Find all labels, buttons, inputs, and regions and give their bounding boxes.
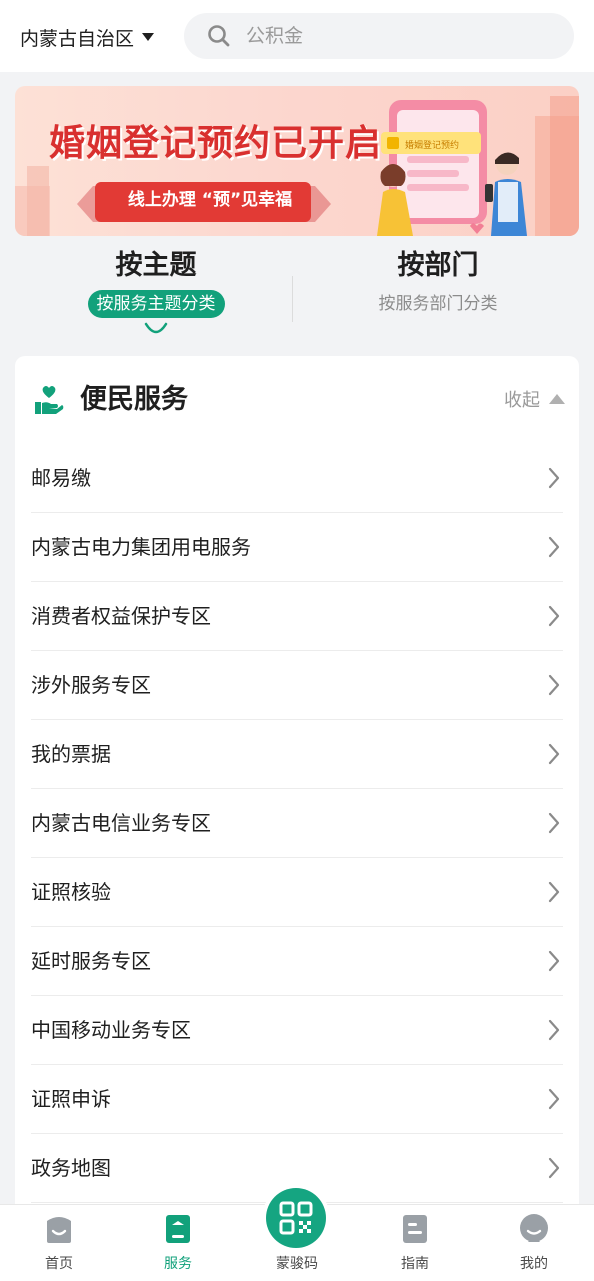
banner-title: 婚姻登记预约已开启 bbox=[49, 123, 383, 164]
banner-subtitle: 线上办理 “预”见幸福 bbox=[127, 190, 293, 210]
active-tab-indicator-icon bbox=[144, 322, 168, 334]
region-selector[interactable]: 内蒙古自治区 bbox=[20, 22, 155, 52]
hand-heart-icon bbox=[35, 386, 64, 414]
list-item[interactable]: 证照核验 bbox=[31, 858, 563, 927]
list-item[interactable]: 我的票据 bbox=[31, 720, 563, 789]
list-item[interactable]: 延时服务专区 bbox=[31, 927, 563, 996]
collapse-label: 收起 bbox=[504, 390, 540, 411]
list-item[interactable]: 邮易缴 bbox=[31, 444, 563, 513]
tab-by-theme-subtitle: 按服务主题分类 bbox=[87, 290, 225, 318]
caret-down-icon bbox=[142, 33, 155, 41]
chevron-right-icon bbox=[548, 743, 560, 765]
list-item-label: 我的票据 bbox=[31, 742, 111, 766]
list-item[interactable]: 涉外服务专区 bbox=[31, 651, 563, 720]
chevron-right-icon bbox=[548, 467, 560, 489]
chevron-right-icon bbox=[548, 812, 560, 834]
list-item-label: 邮易缴 bbox=[31, 466, 91, 490]
list-item-label: 内蒙古电信业务专区 bbox=[31, 811, 211, 835]
nav-home-label: 首页 bbox=[45, 1256, 73, 1272]
tab-by-department-subtitle: 按服务部门分类 bbox=[378, 294, 498, 314]
service-card: 便民服务 收起 邮易缴 内蒙古电力集团用电服务 消费者权益保护专区 涉外服务专区… bbox=[15, 356, 579, 1236]
nav-home[interactable]: 首页 bbox=[14, 1213, 104, 1273]
chevron-right-icon bbox=[548, 536, 560, 558]
nav-qr-label: 蒙骏码 bbox=[276, 1256, 318, 1272]
list-item[interactable]: 中国移动业务专区 bbox=[31, 996, 563, 1065]
list-item-label: 涉外服务专区 bbox=[31, 673, 151, 697]
list-item-label: 消费者权益保护专区 bbox=[31, 604, 211, 628]
section-header: 便民服务 收起 bbox=[15, 356, 579, 446]
nav-guide-label: 指南 bbox=[401, 1256, 429, 1272]
profile-icon bbox=[520, 1214, 548, 1242]
guide-icon bbox=[403, 1215, 427, 1243]
list-item[interactable]: 消费者权益保护专区 bbox=[31, 582, 563, 651]
svg-text:婚姻登记预约: 婚姻登记预约 bbox=[405, 139, 459, 151]
list-item[interactable]: 证照申诉 bbox=[31, 1065, 563, 1134]
chevron-right-icon bbox=[548, 674, 560, 696]
nav-service-label: 服务 bbox=[164, 1256, 192, 1272]
list-item-label: 延时服务专区 bbox=[31, 949, 151, 973]
list-item[interactable]: 内蒙古电信业务专区 bbox=[31, 789, 563, 858]
chevron-right-icon bbox=[548, 1088, 560, 1110]
search-bar[interactable] bbox=[184, 13, 574, 59]
region-label: 内蒙古自治区 bbox=[20, 27, 135, 50]
search-input[interactable] bbox=[244, 24, 548, 48]
chevron-right-icon bbox=[548, 1019, 560, 1041]
bookmark-icon bbox=[166, 1215, 190, 1243]
search-icon bbox=[208, 25, 230, 47]
nav-profile[interactable]: 我的 bbox=[489, 1213, 579, 1273]
nav-guide[interactable]: 指南 bbox=[370, 1213, 460, 1273]
tab-by-theme[interactable]: 按主题 按服务主题分类 bbox=[11, 246, 301, 318]
section-title: 便民服务 bbox=[80, 384, 188, 415]
collapse-button[interactable]: 收起 bbox=[504, 386, 565, 412]
home-icon bbox=[47, 1217, 71, 1243]
list-item-label: 内蒙古电力集团用电服务 bbox=[31, 535, 251, 559]
top-bar: 内蒙古自治区 bbox=[0, 0, 594, 72]
list-item-label: 证照核验 bbox=[31, 880, 111, 904]
list-item-label: 证照申诉 bbox=[31, 1087, 111, 1111]
service-list: 邮易缴 内蒙古电力集团用电服务 消费者权益保护专区 涉外服务专区 我的票据 内蒙… bbox=[31, 444, 563, 1203]
chevron-right-icon bbox=[548, 950, 560, 972]
caret-up-icon bbox=[549, 394, 565, 404]
chevron-right-icon bbox=[548, 881, 560, 903]
tab-by-theme-title: 按主题 bbox=[115, 250, 197, 281]
tab-by-department[interactable]: 按部门 按服务部门分类 bbox=[293, 246, 583, 318]
nav-service[interactable]: 服务 bbox=[133, 1213, 223, 1273]
nav-profile-label: 我的 bbox=[520, 1256, 548, 1272]
tab-by-department-title: 按部门 bbox=[397, 250, 479, 281]
promo-banner[interactable]: 婚姻登记预约 婚姻登记预约已开启 线上办理 “预”见幸福 bbox=[15, 86, 579, 236]
chevron-right-icon bbox=[548, 1157, 560, 1179]
qr-code-button[interactable] bbox=[266, 1188, 326, 1248]
list-item[interactable]: 内蒙古电力集团用电服务 bbox=[31, 513, 563, 582]
qr-code-icon bbox=[279, 1201, 313, 1235]
chevron-right-icon bbox=[548, 605, 560, 627]
list-item-label: 政务地图 bbox=[31, 1156, 111, 1180]
list-item-label: 中国移动业务专区 bbox=[31, 1018, 191, 1042]
